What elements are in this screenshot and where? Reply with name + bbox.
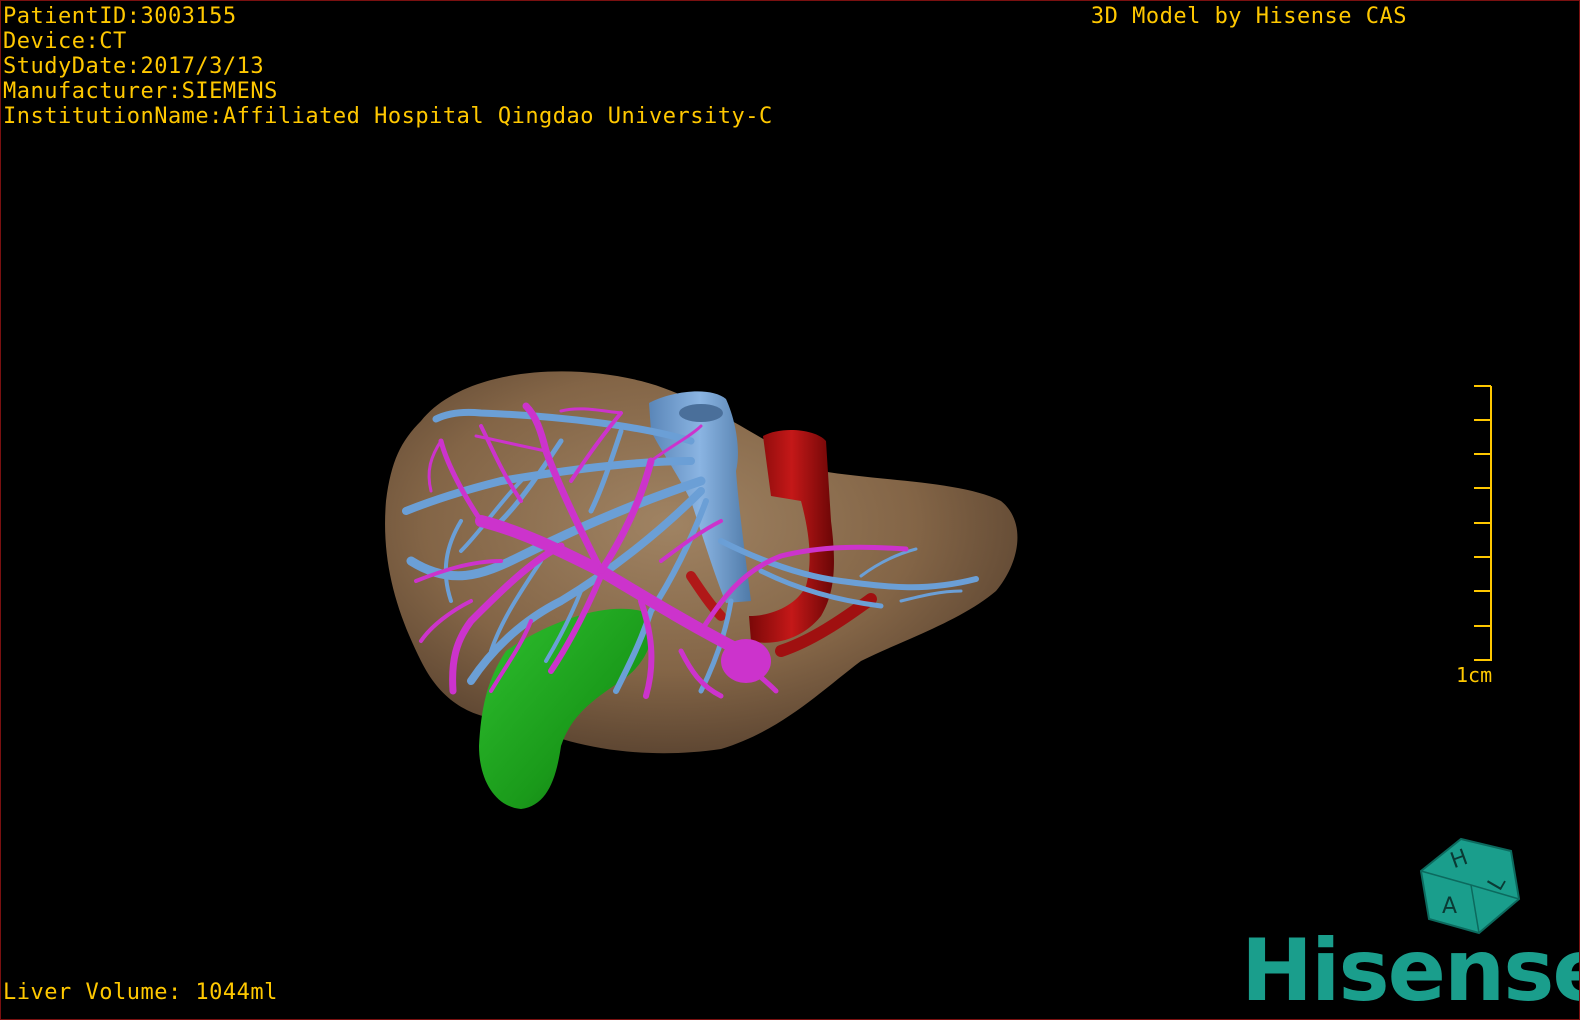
- patient-info-overlay: PatientID:3003155 Device:CT StudyDate:2017…: [3, 4, 773, 129]
- liver-volume-label: Liver Volume: 1044ml: [3, 980, 278, 1005]
- ivc-opening: [679, 404, 723, 422]
- institution-label: InstitutionName:Affiliated Hospital Qing…: [3, 104, 773, 129]
- model-credit-label: 3D Model by Hisense CAS: [1090, 4, 1407, 29]
- portal-confluence: [721, 639, 771, 683]
- scale-bar: [1474, 385, 1492, 661]
- manufacturer-label: Manufacturer:SIEMENS: [3, 79, 278, 104]
- patient-id-label: PatientID:3003155: [3, 4, 237, 29]
- orientation-cube-label-a: A: [1442, 894, 1458, 919]
- hisense-logo: Hisense: [1241, 921, 1580, 1020]
- liver-3d-model[interactable]: [1, 1, 1579, 1019]
- 3d-viewport[interactable]: PatientID:3003155 Device:CT StudyDate:2017…: [0, 0, 1580, 1020]
- device-label: Device:CT: [3, 29, 127, 54]
- scale-bar-label: 1cm: [1456, 663, 1493, 687]
- study-date-label: StudyDate:2017/3/13: [3, 54, 265, 79]
